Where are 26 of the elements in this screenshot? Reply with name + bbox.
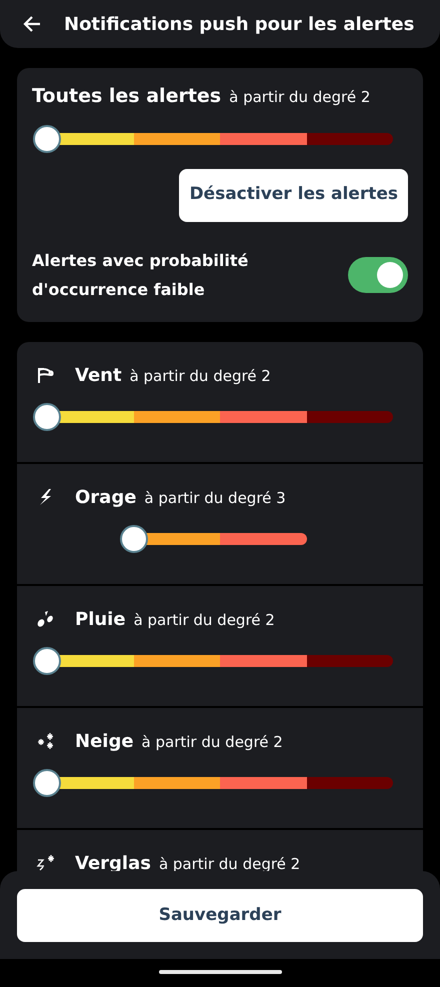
- category-name: Pluie: [75, 608, 126, 632]
- disable-alerts-button[interactable]: Désactiver les alertes: [179, 168, 408, 222]
- threshold-label: à partir du degré 2: [130, 366, 271, 386]
- raindrops-icon: [36, 610, 56, 628]
- category-name: Verglas: [75, 852, 151, 876]
- slider-thumb[interactable]: [33, 402, 61, 430]
- card-title: Toutes les alertes: [32, 84, 222, 109]
- threshold-label: à partir du degré 2: [134, 610, 275, 630]
- save-button[interactable]: Sauvegarder: [17, 889, 423, 942]
- screen-title: Notifications push pour les alertes: [64, 12, 414, 36]
- category-name: Neige: [75, 730, 134, 754]
- back-button[interactable]: [22, 14, 42, 34]
- threshold-label: à partir du degré 2: [142, 732, 283, 752]
- snowflakes-icon: [36, 732, 56, 750]
- threshold-label: à partir du degré 3: [144, 488, 286, 508]
- threshold-label: à partir du degré 2: [158, 854, 300, 874]
- category-name: Orage: [75, 486, 136, 510]
- back-arrow-icon: [22, 14, 42, 34]
- slider-thumb[interactable]: [33, 768, 61, 796]
- slider-thumb[interactable]: [33, 124, 61, 152]
- threshold-label: à partir du degré 2: [229, 87, 370, 108]
- category-name: Vent: [75, 364, 122, 388]
- toggle-label: Alertes avec probabilité d'occurrence faible: [32, 250, 250, 300]
- slider-thumb[interactable]: [120, 524, 148, 552]
- toggle-switch[interactable]: [348, 256, 408, 292]
- slider-thumb[interactable]: [33, 646, 61, 674]
